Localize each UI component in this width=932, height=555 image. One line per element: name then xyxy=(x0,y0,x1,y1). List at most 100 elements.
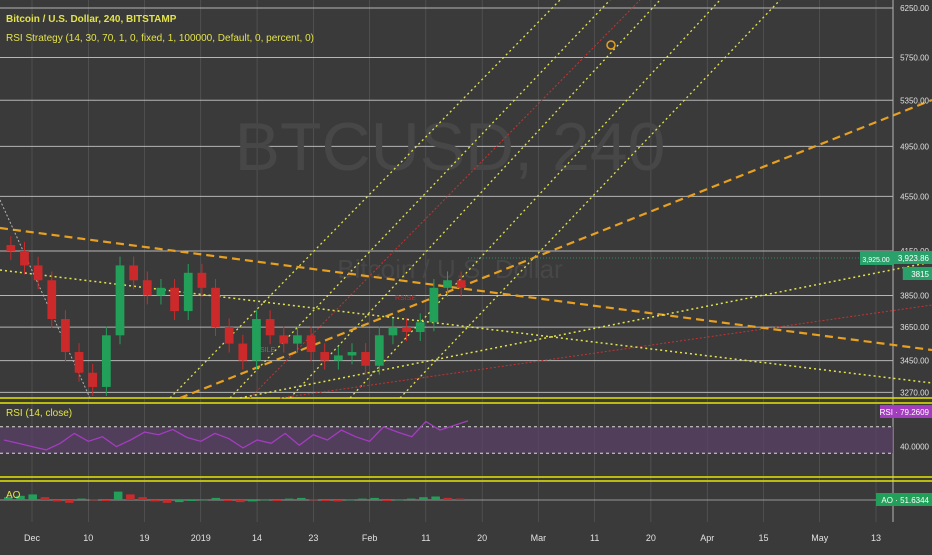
candle-body xyxy=(265,319,275,336)
price-label: 3815 xyxy=(902,267,932,280)
ao-title: AO xyxy=(6,490,21,501)
ao-bar xyxy=(406,498,416,500)
price-tick-label: 4950.00 xyxy=(900,142,929,151)
candle-body xyxy=(6,245,16,251)
ao-bar xyxy=(333,500,343,502)
candle-body xyxy=(156,287,166,296)
watermark-name: Bitcoin / U.S. Dollar xyxy=(337,254,563,284)
price-tick-label: 3650.00 xyxy=(900,323,929,332)
ao-bar xyxy=(358,498,367,500)
rsi-value-label: RSI · 79.2609 xyxy=(880,408,930,417)
ao-bar xyxy=(370,497,379,500)
ao-bar xyxy=(126,494,135,500)
ao-bar xyxy=(162,500,172,503)
candle-body xyxy=(101,335,111,387)
ao-bar xyxy=(52,500,62,502)
candle-body xyxy=(211,287,220,328)
candle-body xyxy=(238,343,248,361)
price-label-text: 3815 xyxy=(911,270,929,279)
candle-body xyxy=(415,322,425,333)
candle-body xyxy=(252,319,261,361)
rsi-title: RSI (14, close) xyxy=(6,408,72,419)
ao-bar xyxy=(65,500,74,503)
time-tick-label: 23 xyxy=(308,533,318,543)
trading-chart[interactable]: BTCUSD, 240 Bitcoin / U.S. Dollar RSILE R… xyxy=(0,0,932,550)
ao-bar xyxy=(40,497,50,500)
time-tick-label: Feb xyxy=(362,533,378,543)
price-tick-label: 3850.00 xyxy=(900,291,929,300)
candle-body xyxy=(183,272,193,312)
ao-bar xyxy=(28,494,37,500)
chart-svg: BTCUSD, 240 Bitcoin / U.S. Dollar RSILER… xyxy=(0,0,932,550)
candle-body xyxy=(279,335,289,344)
trade-marker: RSISE xyxy=(395,295,416,302)
time-tick-label: Dec xyxy=(24,533,41,543)
ao-bar xyxy=(394,499,404,501)
watermark-symbol: BTCUSD, 240 xyxy=(235,109,666,185)
ao-bar xyxy=(297,497,306,500)
time-tick-label: 2019 xyxy=(191,533,211,543)
candle-body xyxy=(306,335,316,353)
time-tick-label: 11 xyxy=(421,533,430,543)
time-tick-label: 13 xyxy=(871,533,881,543)
candle-body xyxy=(320,352,330,361)
time-tick-label: 20 xyxy=(477,533,487,543)
candle-body xyxy=(347,352,357,356)
ao-bar xyxy=(345,499,355,501)
ao-bar xyxy=(101,500,111,501)
time-tick-label: Mar xyxy=(531,533,547,543)
ao-bar xyxy=(309,499,318,501)
ao-bar xyxy=(77,498,86,500)
rsi-tick-label: 40.0000 xyxy=(900,443,929,452)
ao-bar xyxy=(455,498,465,500)
time-tick-label: 11 xyxy=(590,533,599,543)
time-tick-label: May xyxy=(811,533,829,543)
ao-bar xyxy=(272,500,282,501)
ao-bar xyxy=(199,499,208,501)
ao-bar xyxy=(260,499,269,501)
candle-body xyxy=(115,265,125,336)
candle-body xyxy=(197,272,207,288)
ao-bar xyxy=(150,500,160,502)
time-tick-label: 19 xyxy=(140,533,150,543)
candle-body xyxy=(374,335,384,366)
ao-bar xyxy=(236,500,245,503)
candle-body xyxy=(224,327,234,344)
candle-body xyxy=(61,319,70,353)
ao-bar xyxy=(89,499,99,501)
price-tick-label: 3270.00 xyxy=(900,388,929,397)
candle-body xyxy=(293,335,302,344)
candle-body xyxy=(402,327,411,333)
candle-body xyxy=(88,372,98,387)
candle-body xyxy=(388,327,398,336)
candle-body xyxy=(20,250,29,266)
ao-bar xyxy=(174,500,184,503)
price-tick-label: 3450.00 xyxy=(900,357,929,366)
secondary-price-label-text: 3,925.00 xyxy=(862,257,889,264)
ao-bar xyxy=(419,497,428,500)
ao-bar xyxy=(138,497,147,500)
price-tick-label: 5350.00 xyxy=(900,96,929,105)
candle-body xyxy=(361,352,371,366)
ao-bar xyxy=(382,500,392,501)
time-tick-label: Apr xyxy=(700,533,714,543)
time-tick-label: 15 xyxy=(758,533,768,543)
candle-body xyxy=(142,280,152,296)
price-tick-label: 6250.00 xyxy=(900,4,929,13)
ao-bar xyxy=(443,497,453,500)
ao-bar xyxy=(113,491,123,500)
time-tick-label: 14 xyxy=(252,533,262,543)
ao-bar xyxy=(321,500,331,501)
candle-body xyxy=(74,352,84,373)
chart-title: Bitcoin / U.S. Dollar, 240, BITSTAMP xyxy=(6,14,177,25)
ao-value-label: AO · 51.6344 xyxy=(881,496,929,505)
candle-body xyxy=(333,355,343,361)
candle-body xyxy=(170,287,179,312)
price-label-text: 3,923.86 xyxy=(898,254,930,263)
candle-body xyxy=(47,280,57,320)
ao-bar xyxy=(431,496,440,500)
candle-body xyxy=(429,287,439,323)
candle-body xyxy=(443,280,452,288)
price-tick-label: 4550.00 xyxy=(900,192,929,201)
ao-bar xyxy=(284,498,294,500)
